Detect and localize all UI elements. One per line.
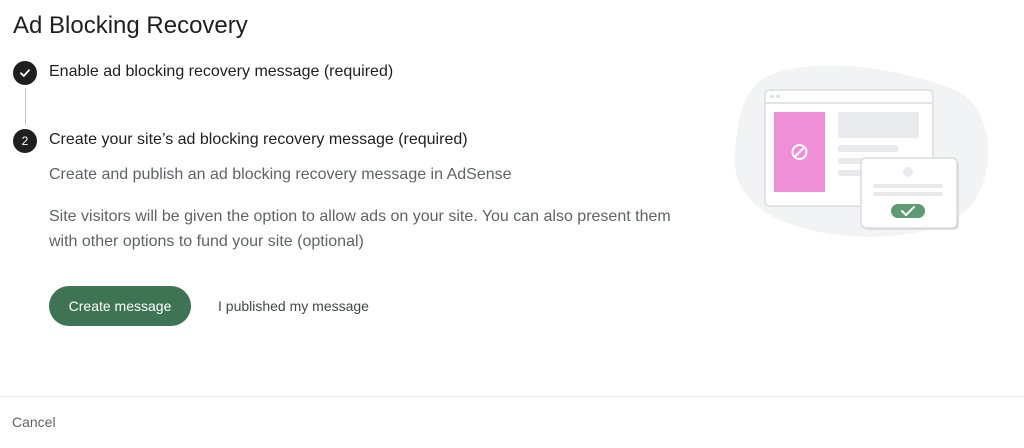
- step-1-completed-indicator: [13, 61, 37, 85]
- cancel-button[interactable]: Cancel: [12, 409, 56, 435]
- step-2-description: Create and publish an ad blocking recove…: [49, 166, 512, 183]
- checkmark-icon: [20, 69, 30, 77]
- step-connector: [24, 88, 26, 125]
- recovery-dialog-illustration: [860, 157, 959, 230]
- step-1-title: Enable ad blocking recovery message (req…: [49, 63, 394, 80]
- step-2-details: Site visitors will be given the option t…: [49, 208, 671, 250]
- footer-divider: [0, 396, 1024, 397]
- check-badge: [891, 204, 925, 218]
- step-2-title: Create your site’s ad blocking recovery …: [49, 131, 468, 148]
- published-message-button[interactable]: I published my message: [208, 286, 379, 326]
- page-title: Ad Blocking Recovery: [13, 12, 248, 39]
- step-2-number: 2: [13, 129, 37, 153]
- create-message-button[interactable]: Create message: [49, 286, 191, 326]
- ad-blocking-illustration: [734, 65, 989, 237]
